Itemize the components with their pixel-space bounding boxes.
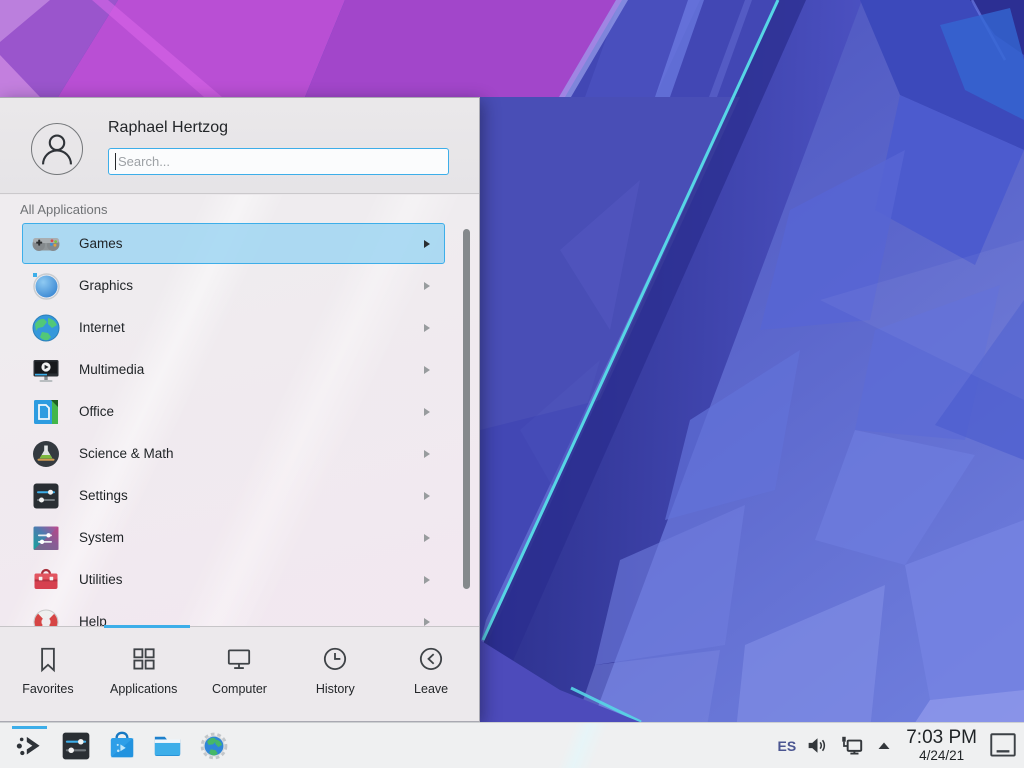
volume-icon[interactable]	[805, 733, 830, 758]
chevron-right-icon	[424, 240, 430, 248]
show-desktop-button[interactable]	[987, 729, 1019, 763]
digital-clock[interactable]: 7:03 PM 4/24/21	[906, 728, 977, 763]
document-icon	[30, 396, 62, 428]
clock-date: 4/24/21	[919, 749, 964, 763]
chevron-right-icon	[424, 534, 430, 542]
computer-icon	[225, 645, 253, 675]
show-desktop-icon	[988, 730, 1018, 762]
scrollbar[interactable]	[463, 229, 470, 589]
panel-translucency-streak	[500, 723, 670, 768]
clock-time: 7:03 PM	[906, 728, 977, 747]
active-task-indicator	[12, 726, 47, 729]
category-games[interactable]: Games	[22, 223, 445, 264]
discover-launcher[interactable]	[103, 726, 140, 766]
discover-icon	[106, 730, 138, 762]
section-label: All Applications	[20, 202, 107, 217]
category-science-math[interactable]: Science & Math	[22, 433, 445, 474]
chevron-right-icon	[424, 282, 430, 290]
tab-favorites[interactable]: Favorites	[0, 629, 96, 723]
history-clock-icon	[321, 645, 349, 675]
folder-icon	[151, 729, 184, 762]
expand-tray-caret-icon[interactable]	[874, 736, 894, 756]
kde-launcher-button[interactable]	[11, 726, 48, 766]
category-list: All Applications Games	[0, 195, 479, 626]
toolbox-icon	[30, 564, 62, 596]
user-name: Raphael Hertzog	[108, 119, 228, 137]
active-tab-indicator	[104, 625, 190, 628]
tab-applications[interactable]: Applications	[96, 629, 192, 723]
category-settings[interactable]: Settings	[22, 475, 445, 516]
chevron-right-icon	[424, 324, 430, 332]
tab-history[interactable]: History	[287, 629, 383, 723]
user-icon	[32, 124, 82, 174]
lifebuoy-icon	[30, 606, 62, 627]
network-icon[interactable]	[839, 733, 865, 759]
system-settings-icon	[60, 730, 92, 762]
chevron-right-icon	[424, 366, 430, 374]
leave-icon	[417, 645, 445, 675]
user-avatar[interactable]	[31, 123, 83, 175]
launcher-tabbar: Favorites Applications Computer Histor	[0, 629, 479, 723]
sliders-icon	[30, 480, 62, 512]
chevron-right-icon	[424, 450, 430, 458]
chevron-right-icon	[424, 576, 430, 584]
divider	[0, 626, 479, 627]
category-system[interactable]: System	[22, 517, 445, 558]
category-office[interactable]: Office	[22, 391, 445, 432]
chevron-right-icon	[424, 408, 430, 416]
taskbar-panel: ES 7:03 PM 4/24/21	[0, 722, 1024, 768]
media-monitor-icon	[30, 354, 62, 386]
category-internet[interactable]: Internet	[22, 307, 445, 348]
chevron-right-icon	[424, 618, 430, 626]
search-field-wrap	[108, 148, 449, 175]
globe-icon	[30, 312, 62, 344]
system-sliders-icon	[30, 522, 62, 554]
sphere-icon	[30, 270, 62, 302]
system-settings-launcher[interactable]	[57, 726, 94, 766]
app-grid-icon	[130, 645, 158, 675]
system-tray: ES	[778, 733, 895, 759]
application-launcher-menu: Raphael Hertzog All Applications Games	[0, 97, 480, 722]
category-graphics[interactable]: Graphics	[22, 265, 445, 306]
search-input[interactable]	[108, 148, 449, 175]
flask-icon	[30, 438, 62, 470]
text-caret	[115, 153, 116, 170]
tab-computer[interactable]: Computer	[192, 629, 288, 723]
browser-globe-icon	[198, 730, 230, 762]
bookmark-icon	[34, 645, 62, 675]
category-utilities[interactable]: Utilities	[22, 559, 445, 600]
chevron-right-icon	[424, 492, 430, 500]
category-multimedia[interactable]: Multimedia	[22, 349, 445, 390]
web-browser-launcher[interactable]	[195, 726, 232, 766]
tab-leave[interactable]: Leave	[383, 629, 479, 723]
launcher-header: Raphael Hertzog	[0, 98, 479, 194]
category-help[interactable]: Help	[22, 601, 445, 626]
gamepad-icon	[30, 228, 62, 260]
keyboard-layout-indicator[interactable]: ES	[778, 738, 797, 754]
file-manager-launcher[interactable]	[149, 726, 186, 766]
kde-launcher-icon	[14, 730, 46, 762]
